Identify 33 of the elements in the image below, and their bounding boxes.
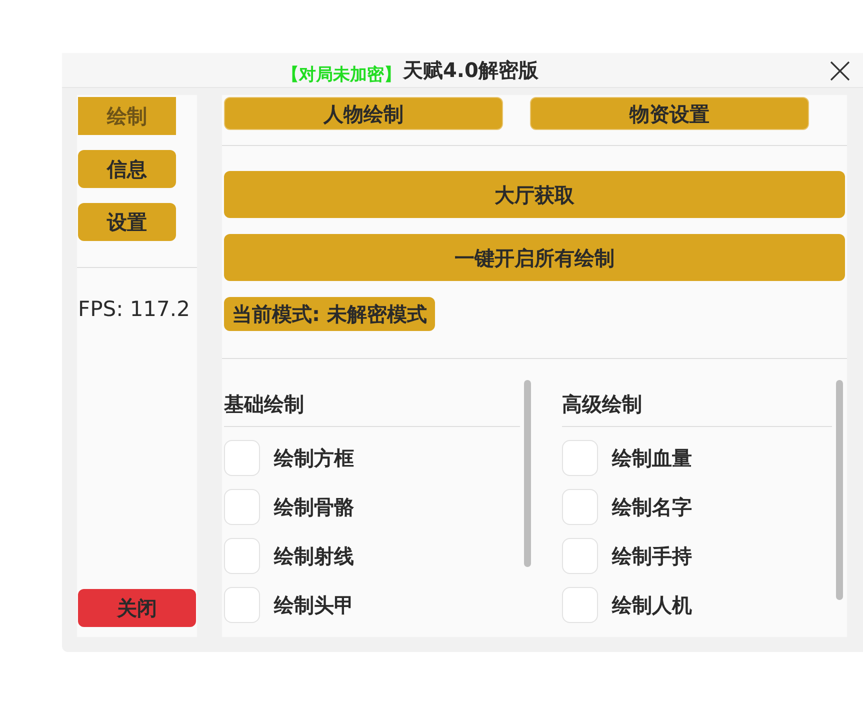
option-label: 绘制名字: [612, 494, 692, 521]
option-label: 绘制血量: [612, 445, 692, 472]
scrollbar[interactable]: [836, 380, 843, 600]
status-overlay: 【对局未加密】: [282, 64, 401, 86]
checkbox[interactable]: [562, 587, 598, 623]
checkbox[interactable]: [224, 587, 260, 623]
category-tab[interactable]: 人物绘制: [224, 97, 503, 130]
fps-counter: FPS: 117.2: [78, 296, 191, 323]
option-label: 绘制人机: [612, 592, 692, 619]
close-button[interactable]: [829, 60, 851, 82]
option-label: 绘制手持: [612, 543, 692, 570]
checkbox[interactable]: [224, 538, 260, 574]
checkbox[interactable]: [224, 440, 260, 476]
checkbox[interactable]: [562, 538, 598, 574]
window-title: 天赋4.0解密版: [403, 57, 538, 83]
section-title: 基础绘制: [224, 391, 304, 418]
sidebar-tab[interactable]: 信息: [78, 150, 176, 188]
section-title: 高级绘制: [562, 391, 642, 418]
action-button[interactable]: 大厅获取: [224, 171, 845, 218]
option-label: 绘制射线: [274, 543, 354, 570]
option-label: 绘制头甲: [274, 592, 354, 619]
category-tab[interactable]: 物资设置: [530, 97, 809, 130]
checkbox[interactable]: [224, 489, 260, 525]
scrollbar[interactable]: [524, 380, 531, 567]
sidebar-tab[interactable]: 设置: [78, 203, 176, 241]
checkbox[interactable]: [562, 440, 598, 476]
close-panel-button[interactable]: 关闭: [78, 589, 196, 627]
checkbox[interactable]: [562, 489, 598, 525]
mode-badge: 当前模式: 未解密模式: [224, 297, 435, 331]
option-label: 绘制方框: [274, 445, 354, 472]
action-button[interactable]: 一键开启所有绘制: [224, 234, 845, 281]
option-label: 绘制骨骼: [274, 494, 354, 521]
close-icon: [830, 61, 850, 81]
